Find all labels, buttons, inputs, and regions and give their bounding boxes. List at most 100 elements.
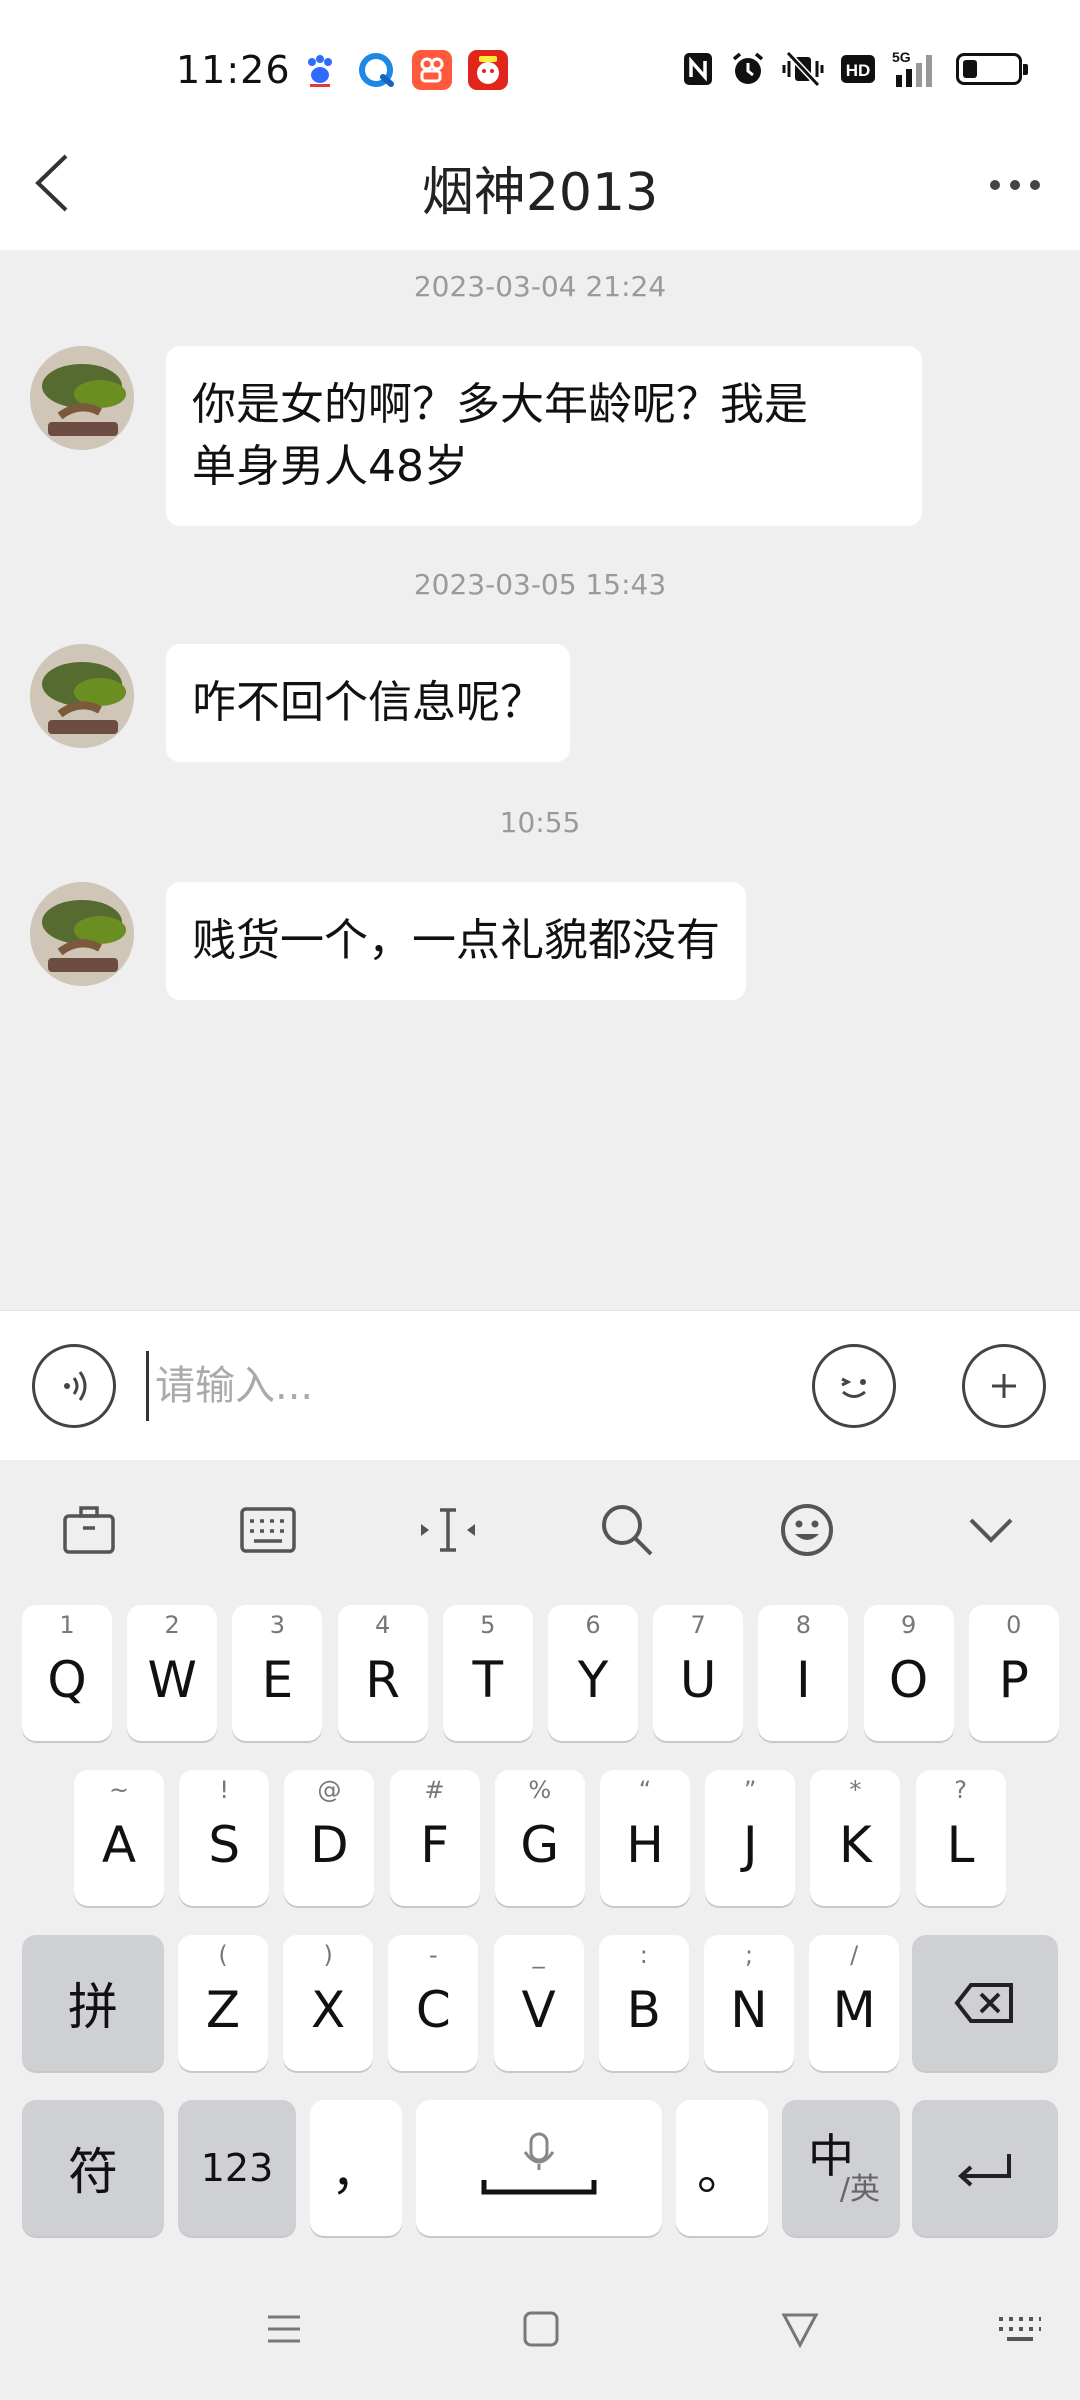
text-cursor-icon [421,1508,475,1552]
key-o[interactable]: 9O [863,1605,954,1741]
microphone-space-icon [481,2132,597,2195]
key-sub-label: ” [743,1776,757,1804]
search-icon [602,1505,653,1556]
key-sub-label: ( [218,1941,228,1969]
emoji-tool[interactable] [772,1500,842,1560]
jd-icon [468,50,508,90]
key-label: G [520,1816,560,1874]
keyboard-layout-tool[interactable] [233,1500,303,1560]
message-bubble[interactable]: 咋不回个信息呢？ [166,644,570,762]
key-sub-label: ) [323,1941,333,1969]
key-label: V [521,1981,556,2039]
soft-keyboard: 1Q2W3E4R5T6Y7U8I9O0P ~ A! S @ D # F% G “H” J * K? L … [0,1460,1080,2260]
key-label: 123 [200,2146,274,2190]
key-h[interactable]: “H [600,1770,690,1906]
avatar[interactable] [30,346,134,450]
symbol-key[interactable]: 符 [22,2100,164,2236]
key-v[interactable]: _ V [493,1935,584,2071]
key-l[interactable]: ? L [915,1770,1006,1906]
emoji-button[interactable] [812,1344,896,1428]
home-nav-button[interactable] [511,2304,571,2354]
status-right: HD 5G [682,49,1028,88]
key-label: Y [577,1651,609,1709]
key-e[interactable]: 3E [232,1605,323,1741]
cursor-move-tool[interactable] [413,1500,483,1560]
chevron-down-icon [969,1518,1013,1543]
key-m[interactable]: / M [809,1935,900,2071]
period-key[interactable]: 。 [676,2100,768,2236]
keyboard-small-icon [999,2317,1041,2341]
kuaishou-icon [412,50,452,90]
number-key[interactable]: 123 [178,2100,296,2236]
key-a[interactable]: ~ A [74,1770,164,1906]
clipboard-tool[interactable] [54,1500,124,1560]
keyboard-icon [240,1507,296,1553]
key-sub-label: / [850,1941,859,1969]
more-options-button[interactable] [980,160,1050,210]
browser-icon [356,50,396,90]
backspace-key[interactable] [912,1935,1058,2071]
enter-key[interactable] [912,2100,1058,2236]
briefcase-icon [63,1506,115,1554]
key-w[interactable]: 2W [127,1605,218,1741]
key-c[interactable]: -C [388,1935,479,2071]
comma-key[interactable]: ， [310,2100,402,2236]
back-triangle-icon [781,2313,819,2349]
key-i[interactable]: 8I [758,1605,849,1741]
key-z[interactable]: (Z [178,1935,268,2071]
key-u[interactable]: 7U [653,1605,744,1741]
message-bubble[interactable]: 你是女的啊？多大年龄呢？我是 单身男人48岁 [166,346,922,526]
key-sub-label: : [639,1941,648,1969]
message-list[interactable]: 2023-03-04 21:24 你是女的啊？多大年龄呢？我是 单身男人48岁 … [0,250,1080,1310]
language-switch-key[interactable]: 中 /英 [782,2100,900,2236]
message-bubble[interactable]: 贱货一个，一点礼貌都没有 [166,882,746,1000]
alarm-icon [730,50,766,88]
key-sub-label: 8 [795,1611,812,1639]
key-d[interactable]: @ D [284,1770,375,1906]
voice-input-button[interactable] [32,1344,116,1428]
status-app-icons [300,50,508,90]
key-y[interactable]: 6Y [548,1605,638,1741]
chat-header: 烟神2013 [0,120,1080,250]
key-label: P [998,1651,1029,1709]
key-r[interactable]: 4R [337,1605,428,1741]
hide-keyboard-tool[interactable] [956,1500,1026,1560]
key-n[interactable]: ; N [704,1935,794,2071]
key-sub-label: 3 [269,1611,286,1639]
back-nav-button[interactable] [770,2304,830,2354]
key-label: W [147,1651,197,1709]
key-b[interactable]: :B [598,1935,689,2071]
key-sub-label: ! [219,1776,229,1804]
key-q[interactable]: 1Q [22,1605,112,1741]
key-sub-label: 4 [374,1611,391,1639]
page-title: 烟神2013 [421,163,659,223]
menu-nav-button[interactable] [254,2304,314,2354]
key-g[interactable]: % G [494,1770,585,1906]
key-p[interactable]: 0P [968,1605,1059,1741]
key-label: S [208,1816,241,1874]
home-square-icon [523,2311,559,2347]
search-tool[interactable] [592,1500,662,1560]
space-key[interactable] [416,2100,662,2236]
more-actions-button[interactable] [962,1344,1046,1428]
input-bar [0,1310,1080,1460]
key-s[interactable]: ! S [179,1770,270,1906]
key-sub-label: 6 [585,1611,601,1639]
key-label: D [310,1816,349,1874]
svg-text:HD: HD [846,61,871,80]
key-f[interactable]: # F [389,1770,480,1906]
key-label: F [420,1816,449,1874]
battery-icon [956,53,1028,85]
key-t[interactable]: 5T [442,1605,533,1741]
voice-icon [64,1371,87,1401]
key-k[interactable]: * K [810,1770,901,1906]
key-j[interactable]: ” J [705,1770,796,1906]
key-label: K [838,1816,872,1874]
key-label: 。 [697,2143,747,2201]
avatar[interactable] [30,644,134,748]
message-input[interactable] [146,1351,766,1421]
avatar[interactable] [30,882,134,986]
key-x[interactable]: ) X [283,1935,374,2071]
keyboard-nav-button[interactable] [990,2304,1050,2354]
pinyin-key[interactable]: 拼 [22,1935,164,2071]
